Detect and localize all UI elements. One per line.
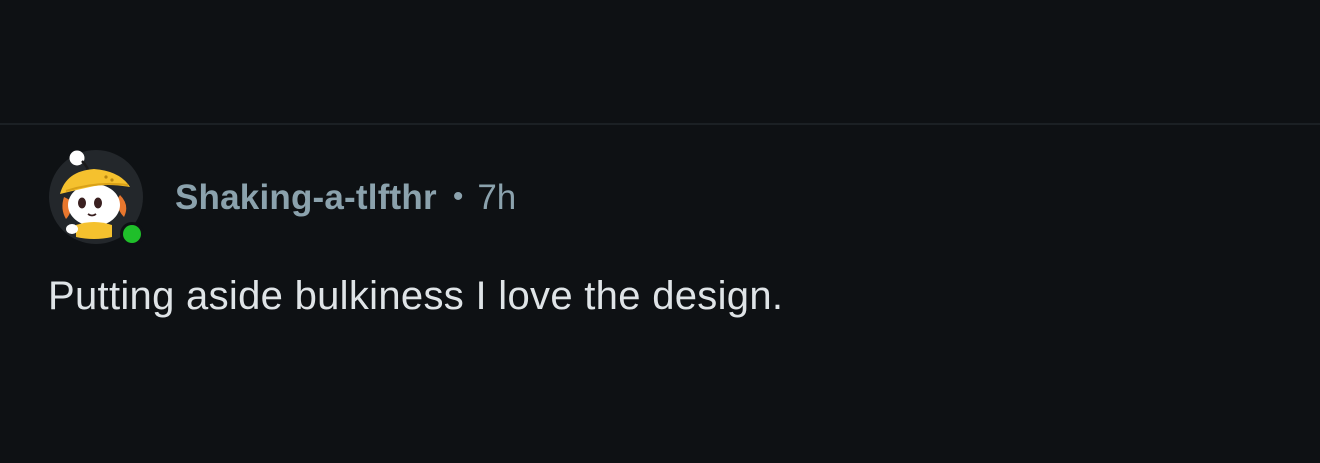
meta-separator: •: [452, 180, 464, 213]
avatar[interactable]: [46, 147, 146, 247]
username-link[interactable]: Shaking-a-tlfthr: [175, 178, 437, 218]
previous-content-area: [0, 0, 1320, 123]
comment-timestamp: 7h: [477, 178, 517, 217]
online-status-dot-icon: [120, 222, 144, 246]
comment: Shaking-a-tlfthr • 7h Putting aside bulk…: [0, 125, 1320, 463]
comment-body: Putting aside bulkiness I love the desig…: [48, 274, 784, 318]
comment-meta: Shaking-a-tlfthr • 7h: [175, 174, 516, 222]
